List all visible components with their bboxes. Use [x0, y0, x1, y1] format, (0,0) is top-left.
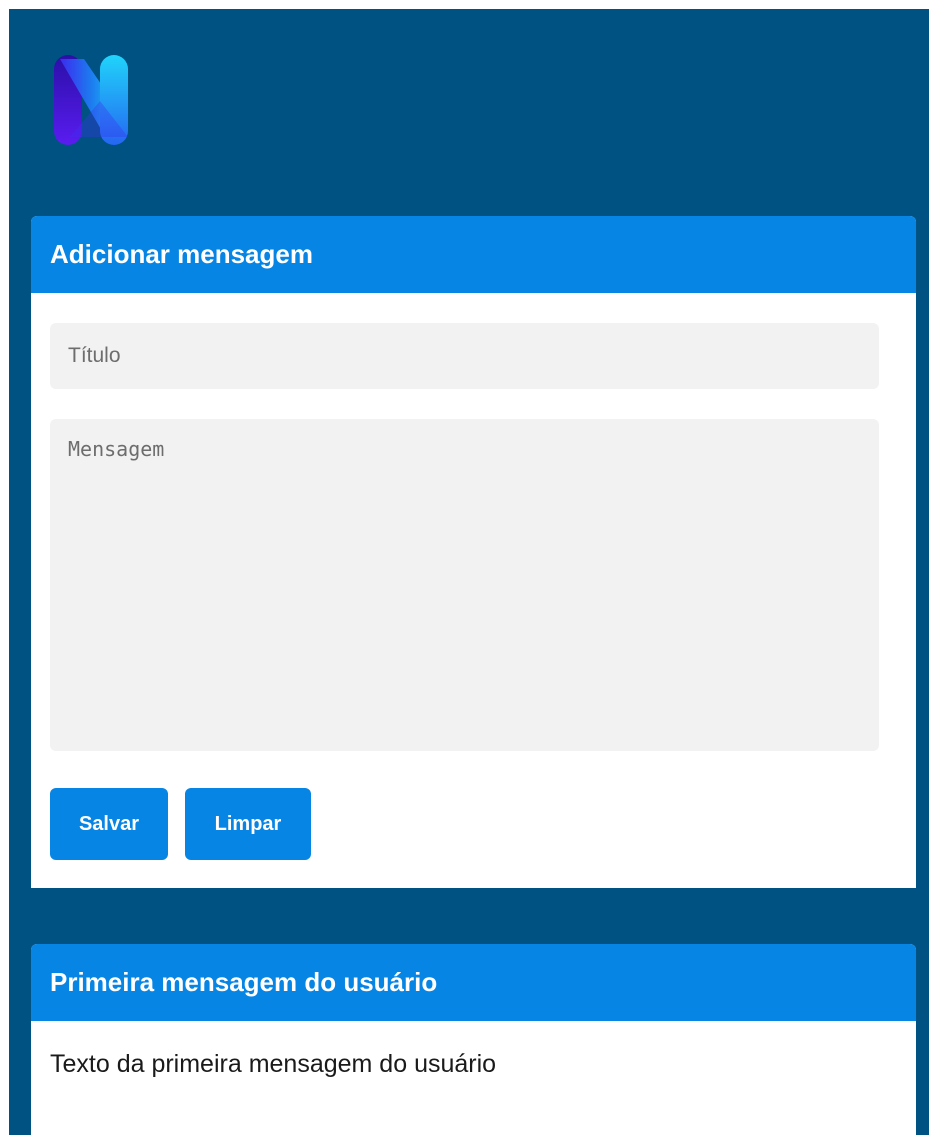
message-textarea[interactable] [50, 419, 879, 751]
message-title: Primeira mensagem do usuário [31, 944, 916, 1021]
message-body: Texto da primeira mensagem do usuário [50, 1050, 497, 1078]
message-card: Primeira mensagem do usuário Texto da pr… [31, 944, 916, 1135]
title-input[interactable] [50, 323, 879, 389]
add-message-card: Adicionar mensagem Salvar Limpar [31, 216, 916, 888]
app-logo [44, 45, 148, 149]
add-message-header: Adicionar mensagem [31, 216, 916, 293]
clear-button[interactable]: Limpar [185, 788, 311, 860]
m-logo-icon [54, 55, 128, 145]
save-button[interactable]: Salvar [50, 788, 168, 860]
